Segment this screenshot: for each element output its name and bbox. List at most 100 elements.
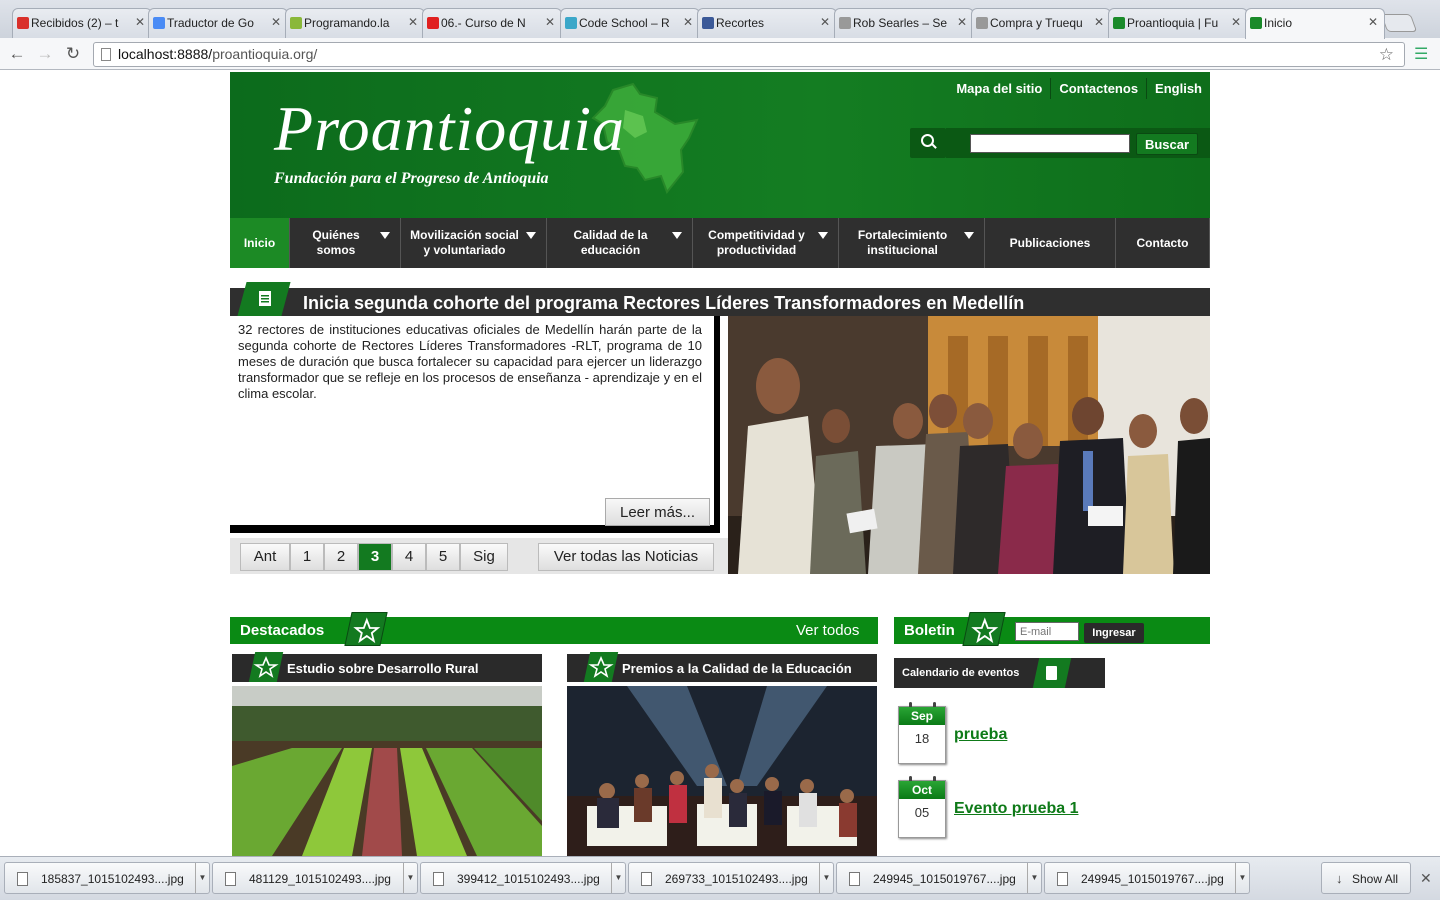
download-menu-icon[interactable]: ▼ [611,863,625,893]
tab-close-icon[interactable]: ✕ [957,15,967,29]
browser-tab[interactable]: Code School – R ✕ [560,8,700,38]
download-item[interactable]: 249945_1015019767....jpg ▼ [836,862,1042,894]
newsletter-submit-button[interactable]: Ingresar [1084,623,1144,643]
featured-card[interactable]: Estudio sobre Desarrollo Rural [232,652,542,856]
dropdown-arrow-icon[interactable] [672,232,682,239]
dropdown-arrow-icon[interactable] [818,232,828,239]
nav-item-label: Movilización social y voluntariado [410,228,519,257]
download-menu-icon[interactable]: ▼ [819,863,833,893]
browser-tab[interactable]: Recortes ✕ [697,8,837,38]
pager-page-1[interactable]: 1 [290,543,324,571]
download-item[interactable]: 399412_1015102493....jpg ▼ [420,862,626,894]
featured-card-title[interactable]: Estudio sobre Desarrollo Rural [287,661,478,676]
read-more-button[interactable]: Leer más... [605,498,710,526]
search-icon[interactable] [910,128,946,158]
event-link[interactable]: Evento prueba 1 [954,800,1078,818]
top-links: Mapa del sitio Contactenos English [948,78,1210,99]
featured-card[interactable]: Premios a la Calidad de la Educación [567,652,877,856]
download-menu-icon[interactable]: ▼ [1235,863,1249,893]
dropdown-arrow-icon[interactable] [380,232,390,239]
nav-item[interactable]: Movilización social y voluntariado [401,218,547,268]
wrench-menu-icon[interactable]: ☰ [1414,44,1428,64]
tab-close-icon[interactable]: ✕ [683,15,693,29]
nav-item[interactable]: Inicio [230,218,290,268]
featured-view-all-link[interactable]: Ver todos [796,622,859,639]
browser-tab[interactable]: Recibidos (2) – t ✕ [12,8,152,38]
featured-image-awards[interactable] [567,686,877,856]
tab-close-icon[interactable]: ✕ [271,15,281,29]
nav-item[interactable]: Quiénes somos [290,218,401,268]
featured-title: Destacados [240,622,325,639]
tab-close-icon[interactable]: ✕ [545,15,555,29]
notebook-icon [1032,658,1072,688]
download-menu-icon[interactable]: ▼ [1027,863,1041,893]
bookmark-star-icon[interactable]: ☆ [1379,45,1394,65]
browser-tab[interactable]: Programando.la ✕ [285,8,425,38]
news-photo[interactable] [728,316,1210,574]
tab-close-icon[interactable]: ✕ [1094,15,1104,29]
nav-item[interactable]: Competitividad y productividad [693,218,839,268]
browser-tab[interactable]: Rob Searles – Se ✕ [834,8,974,38]
download-item[interactable]: 481129_1015102493....jpg ▼ [212,862,418,894]
download-item[interactable]: 269733_1015102493....jpg ▼ [628,862,834,894]
sitemap-link[interactable]: Mapa del sitio [948,78,1050,99]
tab-title: Proantioquia | Fu [1127,16,1219,30]
news-title[interactable]: Inicia segunda cohorte del programa Rect… [303,293,1024,314]
site-header: Proantioquia Fundación para el Progreso … [230,72,1210,218]
download-item[interactable]: 185837_1015102493....jpg ▼ [4,862,210,894]
tab-close-icon[interactable]: ✕ [1368,15,1378,29]
nav-item[interactable]: Fortalecimiento institucional [839,218,985,268]
close-icon[interactable]: ✕ [1420,870,1432,887]
browser-tab[interactable]: Compra y Truequ ✕ [971,8,1111,38]
pager-page-3[interactable]: 3 [358,543,392,571]
nav-item-label: Contacto [1136,235,1189,250]
tab-close-icon[interactable]: ✕ [1231,15,1241,29]
download-item[interactable]: 249945_1015019767....jpg ▼ [1044,862,1250,894]
browser-tab[interactable]: Inicio ✕ [1245,8,1385,39]
dropdown-arrow-icon[interactable] [526,232,536,239]
all-news-button[interactable]: Ver todas las Noticias [538,543,714,571]
search-input[interactable] [970,134,1130,153]
download-menu-icon[interactable]: ▼ [403,863,417,893]
featured-card-title[interactable]: Premios a la Calidad de la Educación [622,661,852,676]
new-tab-button[interactable] [1380,14,1418,32]
nav-item[interactable]: Calidad de la educación [547,218,693,268]
pager-page-2[interactable]: 2 [324,543,358,571]
back-icon[interactable]: ← [6,43,28,65]
reload-icon[interactable]: ↻ [62,43,84,65]
event-link[interactable]: prueba [954,726,1007,744]
browser-tab[interactable]: 06.- Curso de N ✕ [422,8,562,38]
nav-item-label: Calidad de la educación [573,228,648,257]
pager-page-5[interactable]: 5 [426,543,460,571]
page-icon [101,48,111,61]
featured-image-rural[interactable] [232,686,542,856]
browser-tab[interactable]: Proantioquia | Fu ✕ [1108,8,1248,38]
nav-item-label: Publicaciones [1009,235,1091,250]
tab-close-icon[interactable]: ✕ [135,15,145,29]
browser-tab[interactable]: Traductor de Go ✕ [148,8,288,38]
site-logo[interactable]: Proantioquia [274,92,625,166]
show-all-label: Show All [1352,872,1399,886]
search-button[interactable]: Buscar [1136,133,1198,155]
event-day: 05 [914,805,930,820]
tab-title: Recortes [716,16,765,30]
address-bar[interactable]: localhost:8888/proantioquia.org/ ☆ [93,42,1405,67]
tab-favicon-icon [565,17,577,29]
tab-title: Traductor de Go [167,16,254,30]
download-menu-icon[interactable]: ▼ [195,863,209,893]
tab-close-icon[interactable]: ✕ [408,15,418,29]
forward-icon[interactable]: → [34,43,56,65]
file-icon [641,872,652,886]
star-icon [583,652,619,682]
dropdown-arrow-icon[interactable] [964,232,974,239]
contact-link[interactable]: Contactenos [1050,78,1146,99]
pager-prev[interactable]: Ant [240,543,290,571]
newsletter-email-input[interactable] [1015,622,1079,641]
pager-next[interactable]: Sig [460,543,508,571]
nav-item[interactable]: Publicaciones [985,218,1116,268]
english-link[interactable]: English [1146,78,1210,99]
show-all-downloads-button[interactable]: ↓ Show All [1321,862,1411,894]
pager-page-4[interactable]: 4 [392,543,426,571]
nav-item[interactable]: Contacto [1116,218,1210,268]
tab-close-icon[interactable]: ✕ [820,15,830,29]
